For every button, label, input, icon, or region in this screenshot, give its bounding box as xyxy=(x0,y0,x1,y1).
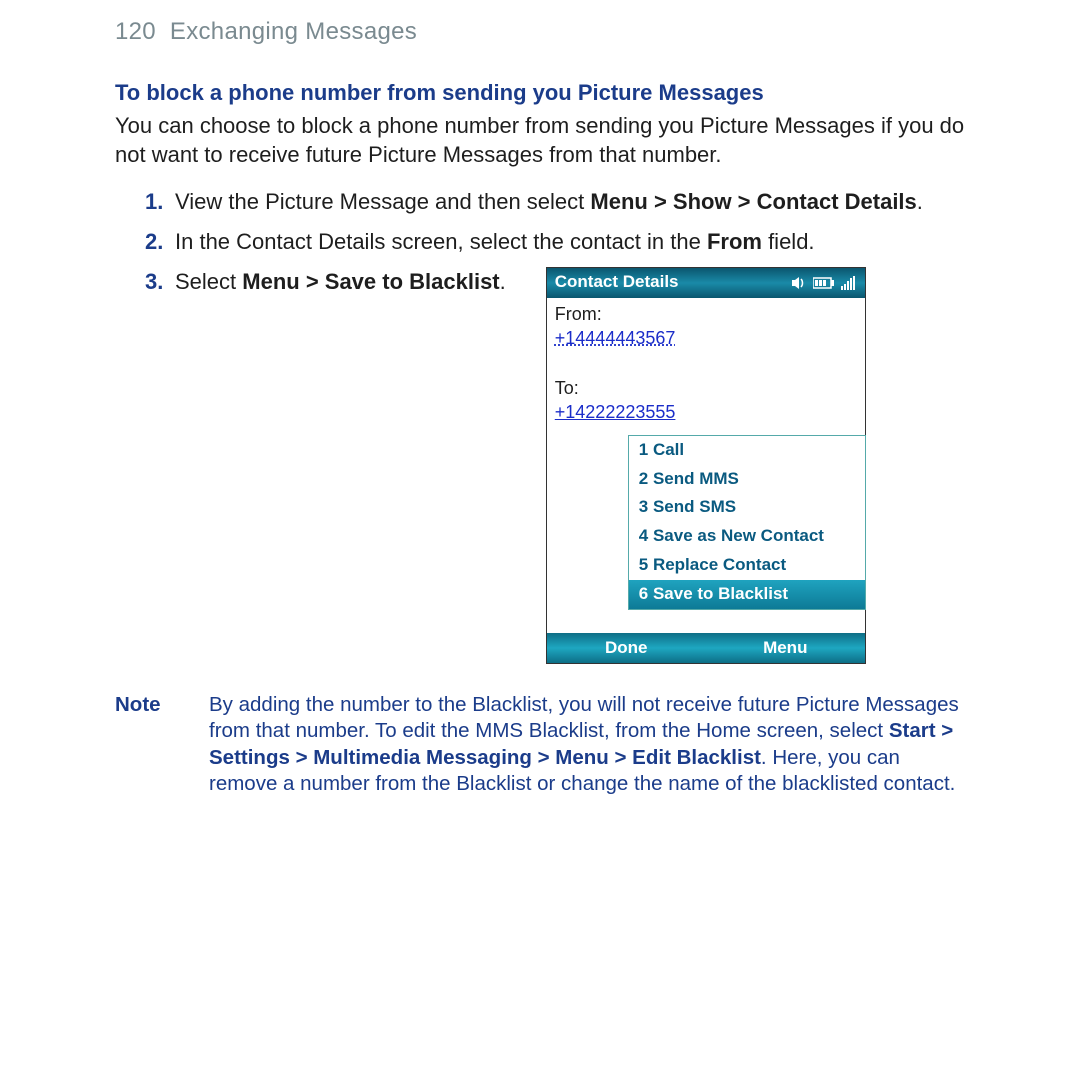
step-3-number: 3. xyxy=(145,267,175,664)
note-body: By adding the number to the Blacklist, y… xyxy=(209,692,965,799)
from-label: From: xyxy=(555,302,857,326)
menu-item-call[interactable]: 1 Call xyxy=(629,436,865,465)
to-number[interactable]: +14222223555 xyxy=(555,400,857,424)
step-3: 3. Select Menu > Save to Blacklist. Cont… xyxy=(145,267,965,664)
softkey-menu[interactable]: Menu xyxy=(706,633,865,663)
note-label: Note xyxy=(115,692,175,799)
phone-titlebar: Contact Details xyxy=(547,268,865,298)
status-icons xyxy=(791,276,857,290)
step-3-text: Select Menu > Save to Blacklist. xyxy=(175,267,506,297)
menu-item-replace-contact[interactable]: 5 Replace Contact xyxy=(629,551,865,580)
battery-icon xyxy=(813,277,835,289)
menu-item-save-new-contact[interactable]: 4 Save as New Contact xyxy=(629,522,865,551)
step-list: 1. View the Picture Message and then sel… xyxy=(145,187,965,663)
step-2-number: 2. xyxy=(145,227,175,257)
step-2-body: In the Contact Details screen, select th… xyxy=(175,227,965,257)
to-label: To: xyxy=(555,376,857,400)
phone-content: From: +14444443567 To: +14222223555 xyxy=(547,298,865,453)
step-1-body: View the Picture Message and then select… xyxy=(175,187,965,217)
step-2: 2. In the Contact Details screen, select… xyxy=(145,227,965,257)
manual-page: 120 Exchanging Messages To block a phone… xyxy=(0,0,1080,798)
section-title: To block a phone number from sending you… xyxy=(115,80,965,106)
menu-item-save-to-blacklist[interactable]: 6 Save to Blacklist xyxy=(629,580,865,609)
step-3-body: Select Menu > Save to Blacklist. Contact… xyxy=(175,267,965,664)
from-number[interactable]: +14444443567 xyxy=(555,326,857,350)
signal-icon xyxy=(841,276,857,290)
phone-menu-area: 1 Call 2 Send MMS 3 Send SMS 4 Save as N… xyxy=(547,453,865,633)
speaker-icon xyxy=(791,276,807,290)
note-block: Note By adding the number to the Blackli… xyxy=(115,692,965,799)
chapter-title: Exchanging Messages xyxy=(170,18,417,45)
menu-item-send-sms[interactable]: 3 Send SMS xyxy=(629,493,865,522)
phone-title: Contact Details xyxy=(555,271,791,294)
softkey-bar: Done Menu xyxy=(547,633,865,663)
step-1-number: 1. xyxy=(145,187,175,217)
phone-screenshot: Contact Details From: +14444443567 To: +… xyxy=(546,267,866,664)
intro-paragraph: You can choose to block a phone number f… xyxy=(115,112,965,169)
step-1: 1. View the Picture Message and then sel… xyxy=(145,187,965,217)
menu-item-send-mms[interactable]: 2 Send MMS xyxy=(629,465,865,494)
softkey-done[interactable]: Done xyxy=(547,633,706,663)
context-menu: 1 Call 2 Send MMS 3 Send SMS 4 Save as N… xyxy=(628,435,866,611)
page-header: 120 Exchanging Messages xyxy=(115,18,965,46)
page-number: 120 xyxy=(115,18,156,45)
